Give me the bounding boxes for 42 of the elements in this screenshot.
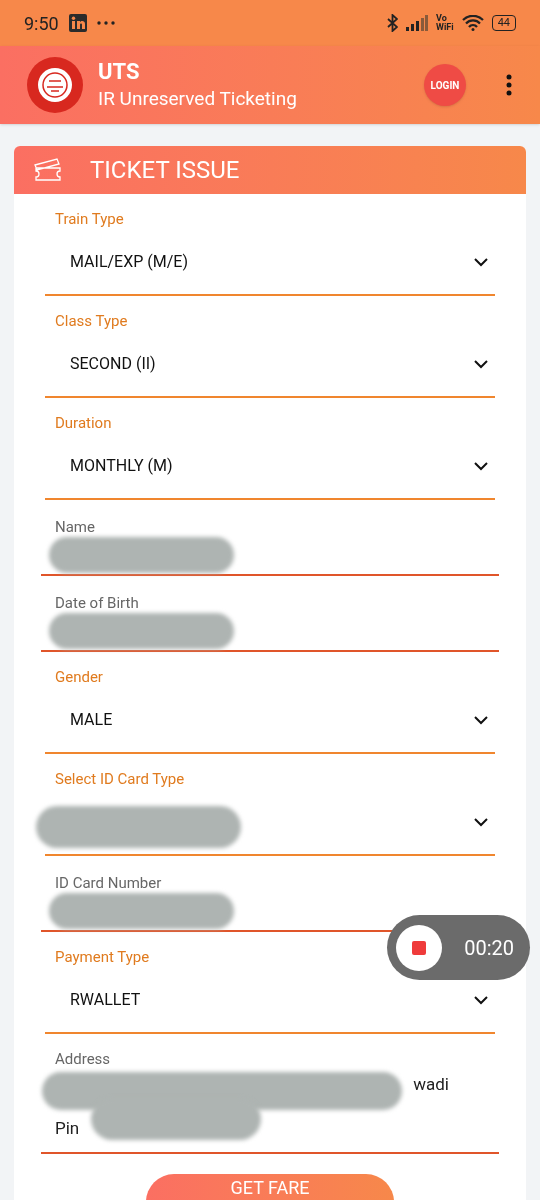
chevron-down-icon: [474, 817, 488, 827]
address-field[interactable]: wadi Pin: [41, 1068, 499, 1154]
clock: 9:50: [24, 11, 59, 36]
dropdown[interactable]: MALE: [45, 688, 495, 754]
field-label: ID Card Number: [54, 873, 163, 892]
text-field[interactable]: [41, 536, 499, 576]
field-label: Payment Type: [54, 947, 151, 968]
chevron-down-icon: [474, 995, 488, 1005]
field-label: Address: [54, 1049, 112, 1068]
field-label: Date of Birth: [54, 593, 140, 612]
vowifi-label: Vo WiFi: [436, 14, 454, 32]
field-label: Duration: [54, 413, 113, 434]
dropdown[interactable]: MONTHLY (M): [45, 434, 495, 500]
address-text: wadi: [413, 1073, 449, 1096]
login-button[interactable]: LOGIN: [424, 64, 466, 106]
field-label: Gender: [54, 667, 104, 688]
recording-timer: 00:20: [464, 934, 514, 962]
signal-icon: [406, 15, 429, 31]
dropdown[interactable]: MAIL/EXP (M/E): [45, 230, 495, 296]
field-label: Select ID Card Type: [54, 769, 186, 790]
stop-recording-button[interactable]: [396, 924, 442, 971]
overflow-menu-icon[interactable]: [506, 74, 512, 96]
field-label: Class Type: [54, 311, 129, 332]
railway-logo: [27, 57, 83, 113]
chevron-down-icon: [474, 257, 488, 267]
field-label: Train Type: [54, 209, 125, 230]
more-notifications-icon: [96, 21, 115, 25]
address-text: Pin: [55, 1116, 80, 1140]
card-title: TICKET ISSUE: [90, 155, 240, 186]
wifi-icon: [461, 15, 484, 31]
chevron-down-icon: [474, 461, 488, 471]
app-notification-icon: [68, 14, 87, 32]
bluetooth-icon: [387, 14, 399, 32]
app-title: UTS: [98, 58, 141, 86]
battery-indicator: 44: [491, 15, 516, 31]
chevron-down-icon: [474, 715, 488, 725]
chevron-down-icon: [474, 359, 488, 369]
stop-icon: [412, 940, 426, 955]
field-label: Name: [54, 517, 96, 536]
app-subtitle: IR Unreserved Ticketing: [98, 86, 297, 112]
text-field[interactable]: [41, 612, 499, 652]
dropdown[interactable]: SECOND (II): [45, 332, 495, 398]
